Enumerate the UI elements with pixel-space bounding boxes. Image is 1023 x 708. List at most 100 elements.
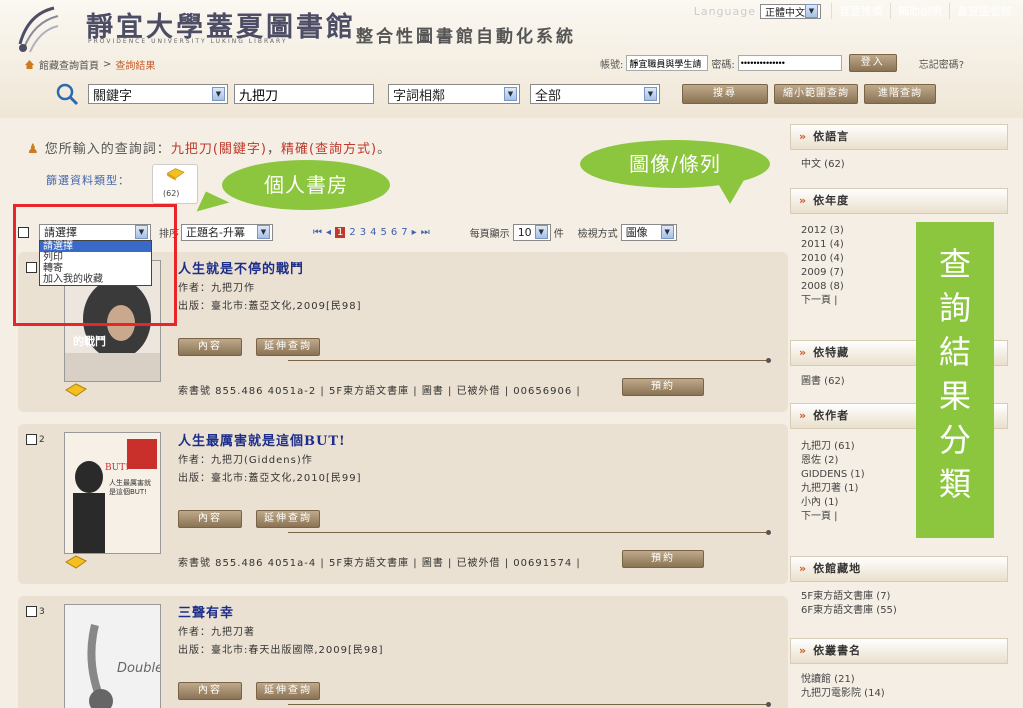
highlight-box [13,204,177,326]
result-author: 作者：九把刀作 [178,283,255,294]
result-publish: 出版：臺北市:蓋亞文化,2009[民98] [178,301,362,312]
book-cover[interactable]: Doubles [64,604,161,708]
page-2[interactable]: 2 [349,227,355,238]
facet-item[interactable]: 6F東方語文書庫 (55) [801,604,897,618]
login-form: 帳號: 密碼: 登入 忘記密碼? [600,54,964,72]
book-cover[interactable]: BUT! 人生最厲害就是這個BUT! [64,432,161,554]
content-button[interactable]: 內容 [178,338,242,356]
extend-search-button[interactable]: 延伸查詢 [256,338,320,356]
reserve-button[interactable]: 預約 [622,550,704,568]
first-page-icon[interactable]: ⏮ [313,227,322,238]
cover-text: 的戰鬥 [73,335,106,348]
facet-header-location[interactable]: » 依館藏地 [790,556,1008,582]
advanced-search-button[interactable]: 進階查詢 [864,84,936,104]
facet-item[interactable]: 悅讀館 (21) [801,673,885,687]
login-button[interactable]: 登入 [848,54,897,72]
next-page-icon[interactable]: ▸ [412,227,417,238]
page-7[interactable]: 7 [401,227,407,238]
cover-text: Doubles [117,661,160,676]
facet-next[interactable]: 下一頁 | [801,294,844,308]
facet-item[interactable]: 恩佐 (2) [801,454,865,468]
narrow-search-button[interactable]: 縮小範圍查詢 [774,84,858,104]
result-checkbox[interactable] [26,606,37,617]
home-icon [25,60,34,69]
page-4[interactable]: 4 [370,227,376,238]
facet-item[interactable]: 中文 (62) [801,158,845,172]
book-icon [166,168,185,181]
breadcrumb: 館藏查詢首頁 > 查詢結果 [24,57,155,72]
page-1[interactable]: 1 [335,226,346,238]
per-page-label: 每頁顯示 [469,228,510,240]
chevron-down-icon: ▼ [805,4,818,18]
account-input[interactable] [626,55,709,71]
callout-facets: 查 詢 結 果 分 類 [916,222,994,538]
link-help[interactable]: 輔助說明 [890,3,949,19]
scope-select[interactable]: 全部 ▼ [530,84,660,104]
per-page-unit: 件 [553,228,564,240]
result-title[interactable]: 人生最厲害就是這個BUT! [178,430,346,449]
page-5[interactable]: 5 [381,227,387,238]
search-button[interactable]: 搜尋 [682,84,768,104]
last-page-icon[interactable]: ⏭ [421,227,430,238]
callout-char: 查 [938,245,971,283]
facet-item[interactable]: 2012 (3) [801,224,844,238]
facet-header-series[interactable]: » 依叢書名 [790,638,1008,664]
result-number: 3 [26,606,45,617]
divider-dot [766,358,771,363]
page-3[interactable]: 3 [360,227,366,238]
book-type-filter[interactable] [152,164,198,204]
sort-value: 正題名-升冪 [186,226,245,239]
facet-list-year: 2012 (3) 2011 (4) 2010 (4) 2009 (7) 2008… [801,224,844,308]
facet-next[interactable]: 下一頁 | [801,510,865,524]
facet-header-year[interactable]: » 依年度 [790,188,1008,214]
link-recommend[interactable]: 我要推薦 [831,3,890,19]
sort-select[interactable]: 正題名-升冪 ▼ [181,223,273,241]
view-select[interactable]: 圖像 ▼ [620,223,677,241]
facet-list-language: 中文 (62) [801,158,845,172]
facet-item[interactable]: 2009 (7) [801,266,844,280]
breadcrumb-home[interactable]: 館藏查詢首頁 [39,57,99,72]
reserve-button[interactable]: 預約 [622,378,704,396]
callout-char: 果 [938,377,971,415]
facet-item[interactable]: 九把刀著 (1) [801,482,865,496]
facet-item[interactable]: GIDDENS (1) [801,468,865,482]
facet-list-series: 悅讀館 (21) 九把刀電影院 (14) [801,673,885,701]
keyword-input[interactable] [234,84,374,104]
facet-item[interactable]: 圖書 (62) [801,375,845,389]
cover-text: BUT! [105,463,129,473]
field-select[interactable]: 關鍵字 ▼ [88,84,228,104]
facet-item[interactable]: 九把刀 (61) [801,440,865,454]
facet-item[interactable]: 2008 (8) [801,280,844,294]
prev-page-icon[interactable]: ◂ [326,227,331,238]
result-buttons: 內容 延伸查詢 [178,682,320,700]
library-logo-icon [18,6,59,53]
chevron-down-icon: ▼ [660,225,674,239]
facet-item[interactable]: 2011 (4) [801,238,844,252]
language-select[interactable]: 正體中文 ▼ [760,3,821,19]
facet-item[interactable]: 5F東方語文書庫 (7) [801,590,897,604]
result-callno: 索書號 855.486 4051a-2 | 5F東方語文書庫 | 圖書 | 已被… [178,386,581,397]
callout-personal-shelf: 個人書房 [222,160,390,210]
extend-search-button[interactable]: 延伸查詢 [256,510,320,528]
content-button[interactable]: 內容 [178,682,242,700]
content-button[interactable]: 內容 [178,510,242,528]
password-input[interactable] [737,55,842,71]
divider [288,360,768,361]
search-icon[interactable] [54,82,80,106]
facet-item[interactable]: 2010 (4) [801,252,844,266]
facet-header-language[interactable]: » 依語言 [790,124,1008,150]
result-checkbox[interactable] [26,434,37,445]
per-page-select[interactable]: 10 ▼ [512,223,551,241]
facet-item[interactable]: 九把刀電影院 (14) [801,687,885,701]
facet-item[interactable]: 小內 (1) [801,496,865,510]
page-6[interactable]: 6 [391,227,397,238]
forgot-password-link[interactable]: 忘記密碼? [919,56,964,71]
mode-select[interactable]: 字詞相鄰 ▼ [388,84,520,104]
link-library[interactable]: 蓋夏圖書館 [949,3,1019,19]
chevron-down-icon: ▼ [644,87,657,101]
result-title[interactable]: 人生就是不停的戰鬥 [178,258,304,277]
chevron-right-icon: » [799,346,808,359]
extend-search-button[interactable]: 延伸查詢 [256,682,320,700]
query-method: 精確(查詢方式) [280,142,378,157]
result-title[interactable]: 三聲有幸 [178,602,234,621]
